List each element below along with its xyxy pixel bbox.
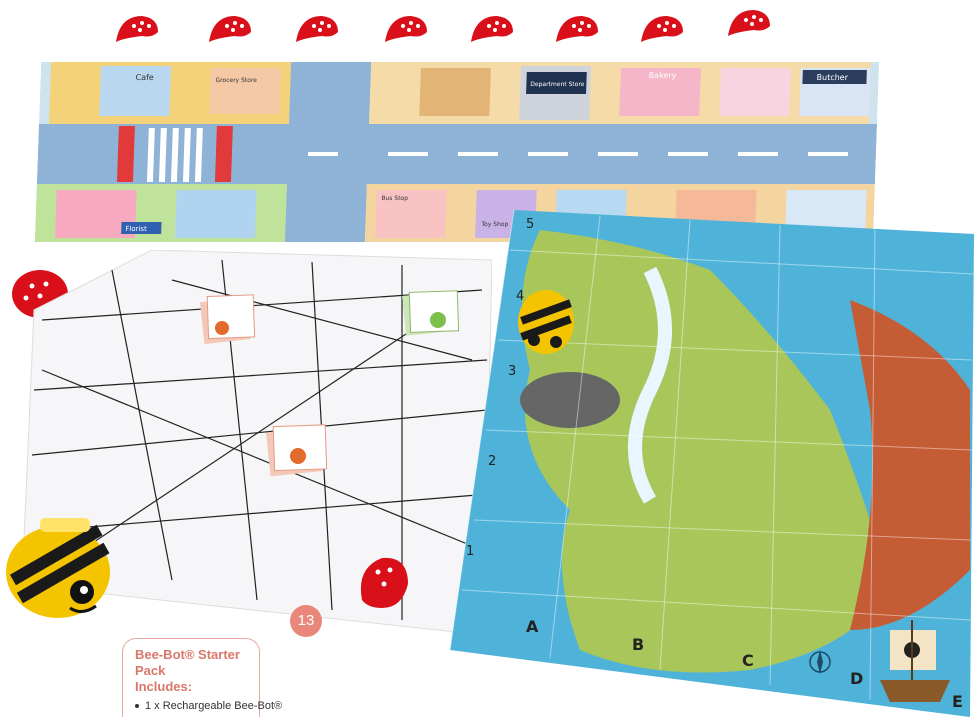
card-subtitle: Includes: <box>135 679 193 694</box>
shop-sign: Florist <box>125 225 147 233</box>
grid-row-label: 1 <box>466 544 474 559</box>
grid-row-label: 2 <box>488 454 496 469</box>
grid-row-label: 5 <box>526 217 534 232</box>
grid-row-label: 3 <box>508 364 516 379</box>
red-shell-icon <box>296 16 338 42</box>
grid-column-label: D <box>850 669 863 688</box>
shop-sign: Bakery <box>649 71 677 80</box>
page-number-badge: 13 <box>290 605 322 637</box>
grid-column-label: E <box>952 692 963 711</box>
red-shell-icon <box>209 16 251 42</box>
list-item: 1 x Rechargeable Bee-Bot® <box>135 699 282 713</box>
shop-sign: Cafe <box>135 73 154 82</box>
red-shell-icon <box>641 16 683 42</box>
grid-column-label: B <box>632 635 644 654</box>
card-title: Bee-Bot® Starter Pack <box>135 647 240 678</box>
list-item-label: 1 x Rechargeable Bee-Bot® <box>145 700 283 712</box>
bullet-icon <box>135 704 139 709</box>
shop-sign: Bus Stop <box>381 195 408 202</box>
bee-bot-robot-icon <box>518 290 574 354</box>
red-shell-icon <box>360 557 408 608</box>
red-shell-icon <box>385 16 427 42</box>
shop-sign: Grocery Store <box>215 77 257 84</box>
red-shell-icon <box>556 16 598 42</box>
grid-column-label: C <box>742 651 754 670</box>
product-info-card: Bee-Bot® Starter Pack Includes: 1 x Rech… <box>122 638 282 717</box>
red-shell-icon <box>116 16 158 42</box>
grid-column-label: A <box>526 617 539 636</box>
command-card-stack[interactable] <box>200 294 256 344</box>
shop-sign: Department Store <box>530 81 585 88</box>
shop-sign: Butcher <box>816 73 848 82</box>
red-shell-icon <box>728 10 770 36</box>
command-card-stack[interactable] <box>266 424 328 477</box>
red-shell-icon <box>471 16 513 42</box>
bee-bot-robot-icon <box>6 518 110 618</box>
